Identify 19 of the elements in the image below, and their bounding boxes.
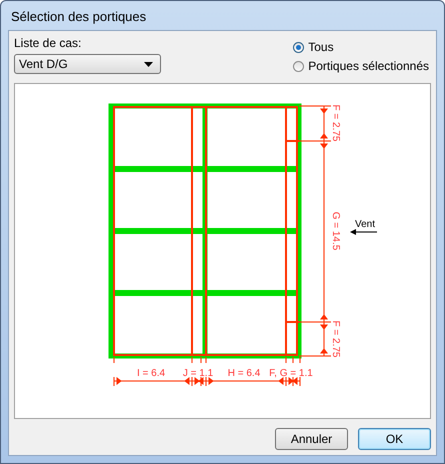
dimension-label: F = 2.75 [330,104,341,142]
wind-label: Vent [355,219,376,230]
caret-icon [144,62,153,66]
wind-arrow-icon [350,229,378,235]
dimension-label: J = 1.1 [182,368,214,379]
radio-button[interactable] [293,60,304,72]
case-list-label: Liste de cas: [14,36,82,50]
dimension-label: F = 2.75 [330,320,341,358]
window-title: Sélection des portiques [10,8,148,26]
radio-button[interactable] [293,42,304,52]
dimension-label: I = 6.4 [136,368,166,379]
dimension-label: F, G = 1.1 [269,368,313,379]
dimension-label: G = 14.5 [330,212,341,250]
radio-option[interactable]: Tous [293,40,429,54]
radio-option[interactable]: Portiques sélectionnés [293,59,429,73]
dimension-label: H = 6.4 [228,368,260,379]
dialog-button[interactable]: OK [358,428,431,450]
case-dropdown[interactable]: Vent D/G [14,54,161,74]
dialog-button[interactable]: Annuler [275,428,348,450]
